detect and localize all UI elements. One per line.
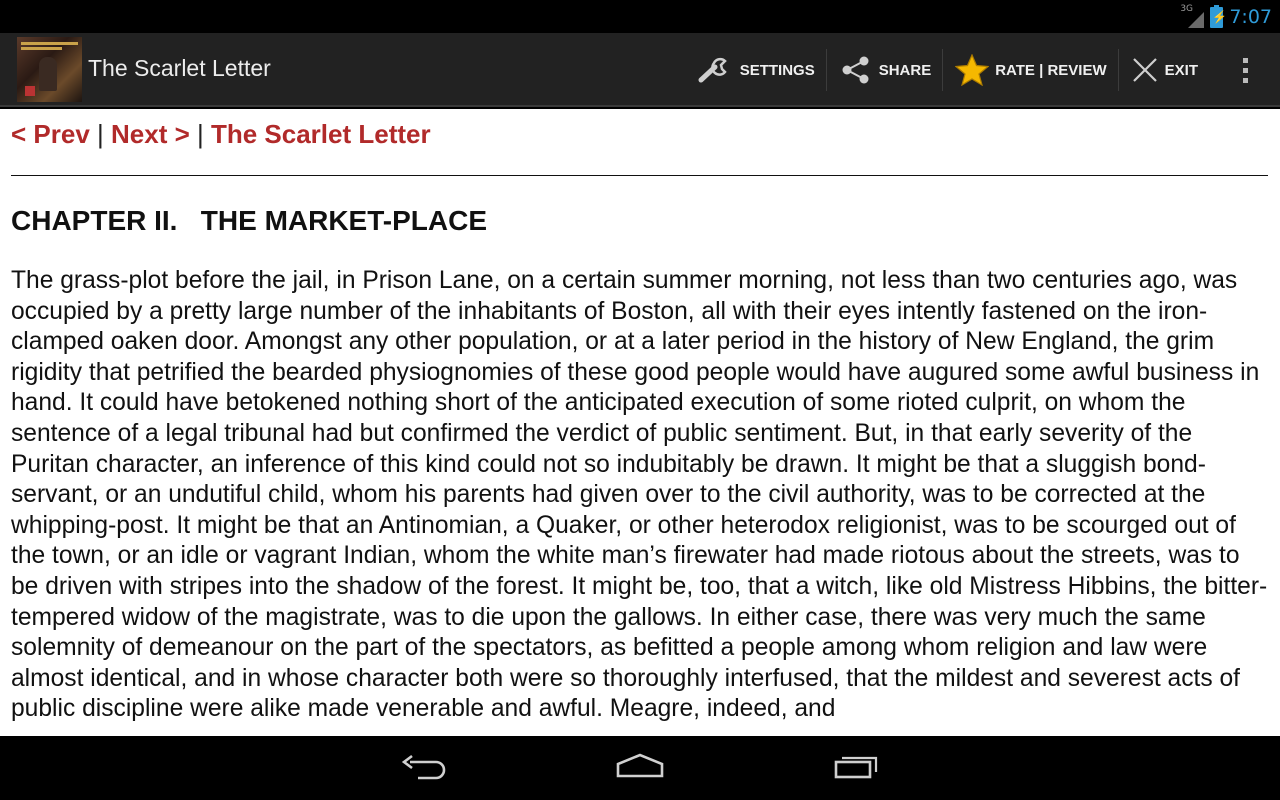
home-button[interactable] (615, 752, 665, 784)
back-button[interactable] (399, 752, 449, 784)
clock: 7:07 (1229, 6, 1272, 28)
share-button[interactable]: SHARE (827, 33, 944, 107)
prev-link[interactable]: < Prev (11, 119, 90, 149)
settings-button[interactable]: SETTINGS (686, 33, 827, 107)
status-bar: 3G ⚡ 7:07 (0, 0, 1280, 33)
chapter-title: CHAPTER II. THE MARKET-PLACE (11, 205, 488, 236)
recent-apps-button[interactable] (832, 752, 882, 784)
share-label: SHARE (878, 61, 932, 79)
star-icon (955, 54, 990, 86)
app-icon[interactable] (17, 37, 82, 102)
wrench-icon (698, 57, 734, 83)
battery-icon: ⚡ (1210, 4, 1227, 28)
settings-label: SETTINGS (739, 61, 815, 79)
chapter-navigation: < Prev | Next > | The Scarlet Letter (11, 119, 431, 150)
nav-separator: | (89, 119, 111, 149)
app-title: The Scarlet Letter (88, 55, 271, 81)
action-bar: The Scarlet Letter SETTINGS SHARE RATE |… (0, 33, 1280, 107)
exit-button[interactable]: EXIT (1119, 33, 1210, 107)
rate-review-button[interactable]: RATE | REVIEW (943, 33, 1120, 107)
exit-label: EXIT (1164, 61, 1198, 79)
reader-content: < Prev | Next > | The Scarlet Letter CHA… (0, 109, 1280, 736)
signal-icon: 3G (1180, 4, 1205, 28)
back-icon (400, 752, 448, 785)
more-vertical-icon (1242, 57, 1248, 83)
system-navigation-bar (0, 736, 1280, 800)
share-icon (839, 55, 873, 85)
rate-review-label: RATE | REVIEW (995, 61, 1107, 79)
book-title-link[interactable]: The Scarlet Letter (211, 119, 431, 149)
next-link[interactable]: Next > (111, 119, 190, 149)
action-buttons: SETTINGS SHARE RATE | REVIEW EXIT (686, 33, 1280, 107)
overflow-menu-button[interactable] (1210, 33, 1280, 107)
home-icon (615, 752, 665, 785)
recent-apps-icon (832, 752, 882, 785)
chapter-body-text: The grass-plot before the jail, in Priso… (11, 267, 1268, 723)
status-icons: 3G ⚡ 7:07 (1180, 4, 1272, 30)
close-icon (1131, 56, 1159, 84)
nav-separator: | (189, 119, 211, 149)
divider (11, 175, 1268, 176)
